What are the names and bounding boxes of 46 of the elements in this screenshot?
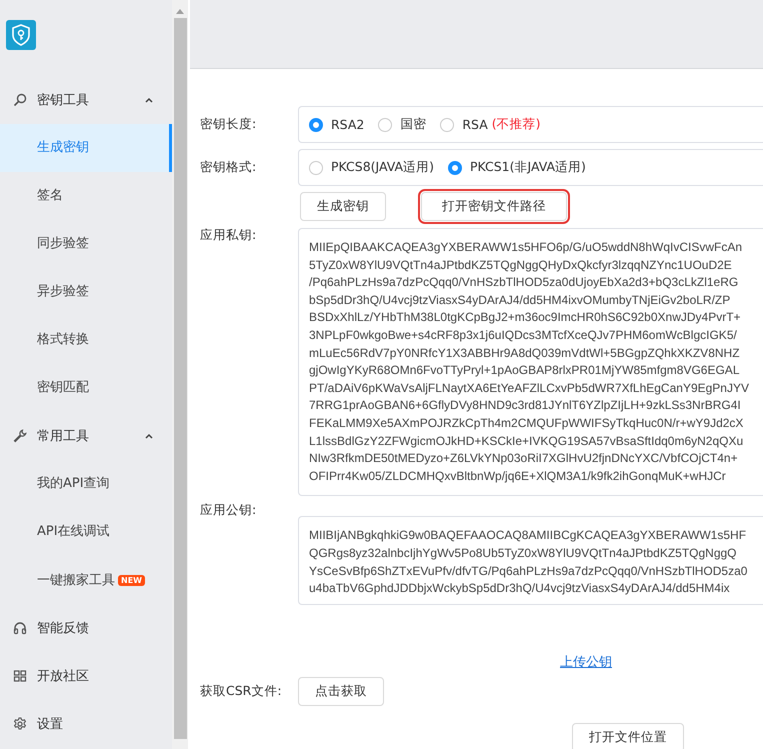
sidebar-item[interactable]: 格式转换 xyxy=(0,316,172,364)
sidebar-item[interactable]: 密钥匹配 xyxy=(0,364,172,412)
sidebar-group[interactable]: 设置 xyxy=(0,700,172,748)
radio-button[interactable] xyxy=(378,118,392,132)
button[interactable]: 打开文件位置 xyxy=(572,722,684,749)
button[interactable]: 生成密钥 xyxy=(300,192,386,221)
radio-label[interactable]: PKCS1(非JAVA适用) xyxy=(470,159,586,176)
new-badge: NEW xyxy=(118,574,145,586)
warning-note: (不推荐) xyxy=(492,116,541,133)
sidebar-item[interactable]: API在线调试 xyxy=(0,508,172,556)
radio-button[interactable] xyxy=(309,118,323,132)
shield-key-icon xyxy=(6,20,36,50)
upload-link[interactable]: 上传公钥 xyxy=(560,654,612,670)
wrench-icon xyxy=(13,429,27,443)
key-text: MIIEpQIBAAKCAQEA3gYXBERAWW1s5HFO6p/G/uO5wddN8hWqIvCISvwFcAn 5TyZ0xW8YlU9VQtTn4aJPtbdKZ5TQgNggQHyDxQkcfyr3lzqqNZYnc1UOuD2E /Pq6ahPLzHs9a7dzPcQqq0/VnHSzbTlHOD5za0dUjoyEbXa2d3+bQ3cLkZl1eRG bSp5dDr3hQ/U4vcj9tzViasxS4yDArAJ4/dd5HM4ixvOMumbyTNjEiGv2boLR/ZP BSDxXhlLz/YHbThM38L0tgKCpBgJ2+m36oc9ImcHR0hS6C92b0XnwJDy4PvrT+ 3NPLpF0wkgoBwe+s4cRF8p3x1j6uIQDcs3MTcfXceQJv7PHM6omWcBlgcIGK5/ mLuEc56RdV7pY0NRfcY1X3ABBHr9A8dQ039mVdtWl+5BGgpZQhkXKZV8NHZ gjOwIgYKyR68OMn6FvoTTyPryl+1pAoGBAP8rlxPR01MjYW85mfgm8VG6EGAL PT/aDAiV6pKWaVsAljFLNaytXA6EtYeAFZlLCxvPb5dWR7XfLhEgCanY9EgPnJYV 7RRG1prAoGBAN6+6GflyDVy8HND9c3rd81JYnlT6YZlpZIjLH+9zkLSs3NrBRG4I FEKaLMM9Xe5AXmPOJRZkCpTh4m2CMQUFpWWIFSyTkqHuc0N/r+wY9Jd2cX L1lssBdlGzY2ZFWgicmOJkHD+KSCkIe+IVKQG19SA57vBsaSftIdq0m6yN2qQXu NIw3RfkmDE50tMEDyzo+Z6LVkYNp03oRiI7XGlHvU2fjnDNcYXC/VbfCOjCT4n+ OFIPrr4Kw05/ZLDCMHQxvBltbnWp/jq6E+XlQM3A1/k9fk2ihGonqMuK+wHJCr xyxy=(309,239,749,485)
sidebar-group[interactable]: 常用工具 xyxy=(0,412,172,460)
radio-button[interactable] xyxy=(440,118,454,132)
sidebar-group[interactable]: 智能反馈 xyxy=(0,604,172,652)
scrollbar[interactable] xyxy=(172,0,188,749)
field-label: 应用公钥: xyxy=(199,502,258,520)
sidebar-group[interactable]: 开放社区 xyxy=(0,652,172,700)
headset-icon xyxy=(13,621,27,635)
radio-button[interactable] xyxy=(448,160,462,174)
settings-icon xyxy=(13,717,27,731)
field-label: 密钥长度: xyxy=(199,116,258,133)
field-label: 应用私钥: xyxy=(199,227,258,244)
grid-icon xyxy=(13,669,27,683)
sidebar-item[interactable]: 异步验签 xyxy=(0,268,172,316)
radio-label[interactable]: PKCS8(JAVA适用) xyxy=(331,159,434,176)
field-label: 获取CSR文件: xyxy=(199,682,283,700)
sidebar-item[interactable]: 我的API查询 xyxy=(0,460,172,508)
radio-label[interactable]: 国密 xyxy=(400,116,426,133)
radio-label[interactable]: RSA2 xyxy=(331,117,364,132)
text-area[interactable] xyxy=(298,516,763,605)
radio-label[interactable]: RSA xyxy=(462,117,488,132)
sidebar-item[interactable]: 一键搬家工具 NEW xyxy=(0,556,172,604)
radio-button[interactable] xyxy=(309,160,323,174)
scrollbar-thumb[interactable] xyxy=(174,18,186,739)
sidebar-group[interactable]: 密钥工具 xyxy=(0,76,172,124)
sidebar-item[interactable]: 同步验签 xyxy=(0,220,172,268)
button[interactable]: 点击获取 xyxy=(298,676,384,706)
search-icon xyxy=(13,93,27,107)
sidebar-item[interactable]: 签名 xyxy=(0,172,172,220)
key-text: MIIBIjANBgkqhkiG9w0BAQEFAAOCAQ8AMIIBCgKCAQEA3gYXBERAWW1s5HF QGRgs8yz32alnbcIjhYgWv5Po8Ub5TyZ0xW8YlU9VQtTn4aJPtbdKZ5TQgNggQ YsCeSvBfp6ShZTxEVuPfv/dfvTG/Pq6ahPLzHs9a7dzPcQqq0/VnHSzbTlHOD5za0 u4baTbV6GphdJDDbjxWckybSp5dDr3hQ/U4vcj9tzViasxS4yDArAJ4/dd5HM4ix xyxy=(309,527,748,598)
button[interactable]: 打开密钥文件路径 xyxy=(421,192,567,221)
field-label: 密钥格式: xyxy=(199,159,258,176)
